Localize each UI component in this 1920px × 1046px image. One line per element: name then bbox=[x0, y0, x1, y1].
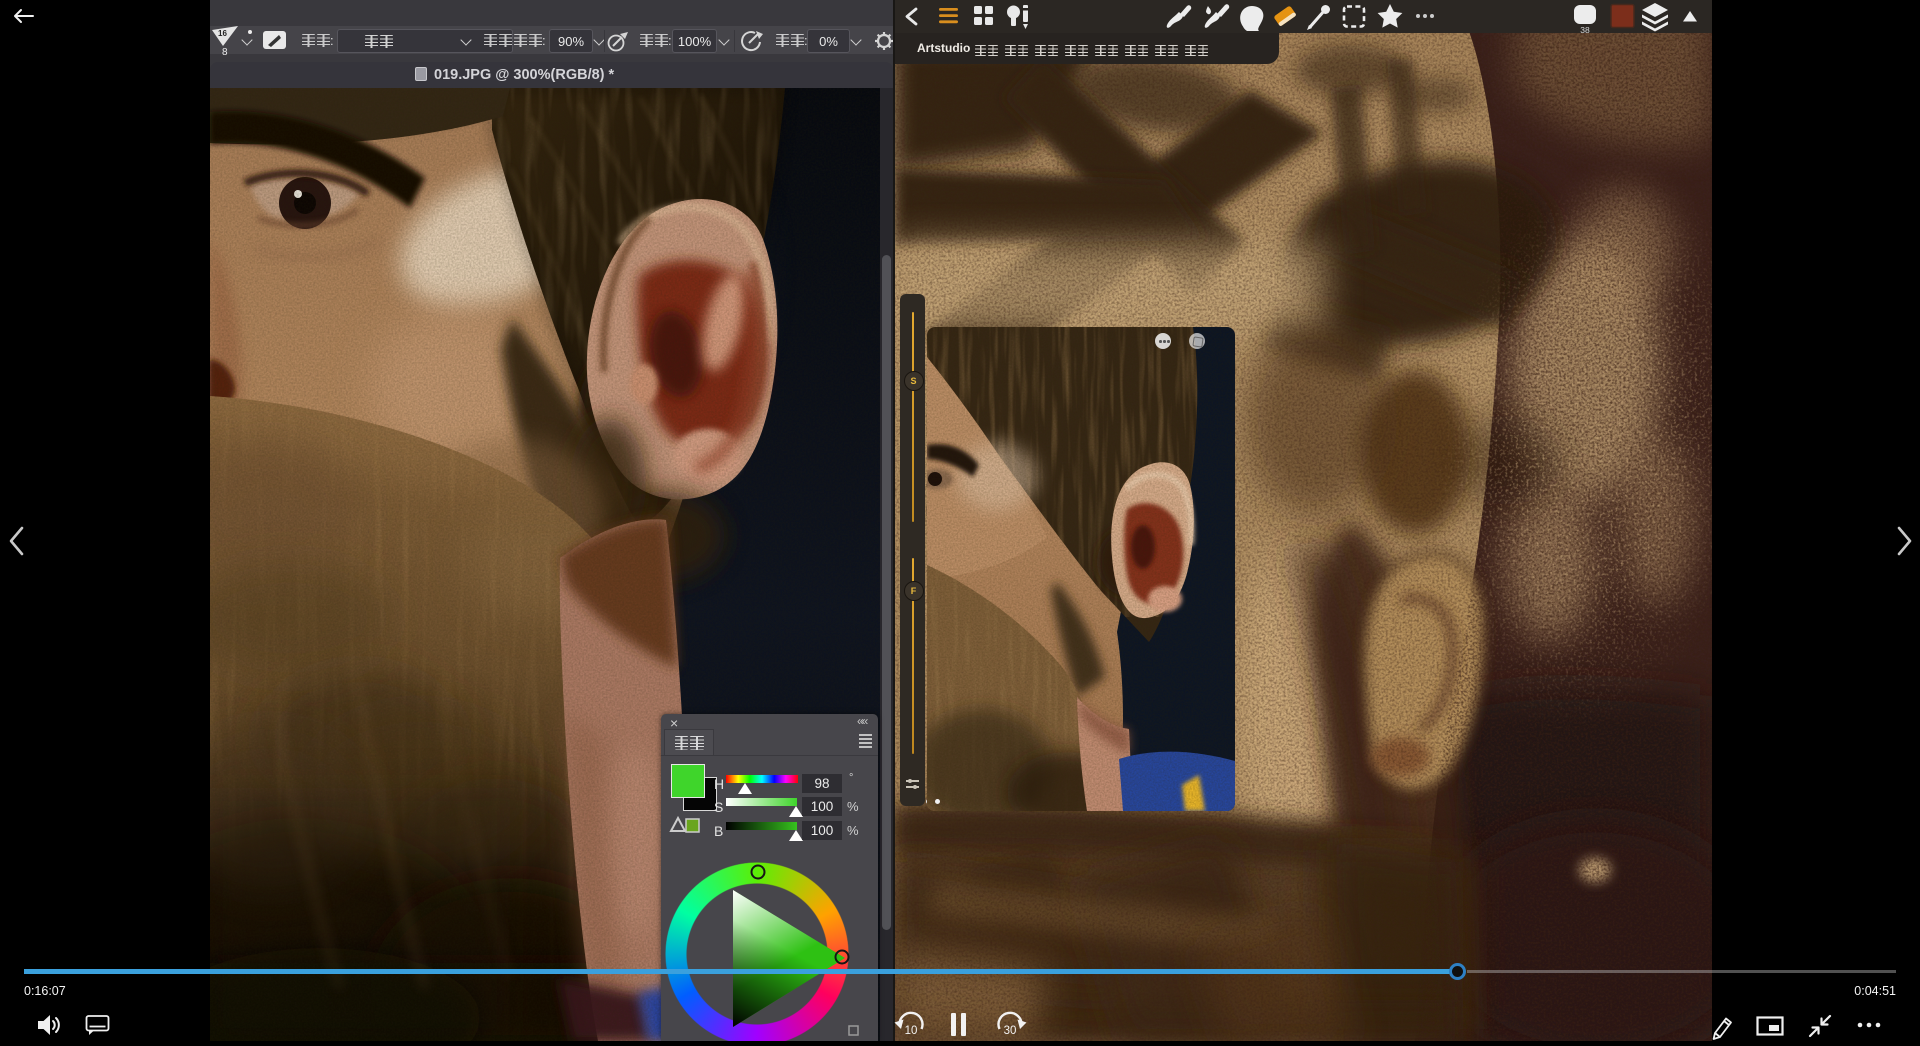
svg-text:38: 38 bbox=[1580, 25, 1590, 35]
svg-text:10: 10 bbox=[905, 1025, 918, 1037]
svg-text:16: 16 bbox=[218, 29, 227, 38]
svg-text:30: 30 bbox=[1004, 1025, 1017, 1037]
svg-text:8: 8 bbox=[222, 47, 228, 58]
